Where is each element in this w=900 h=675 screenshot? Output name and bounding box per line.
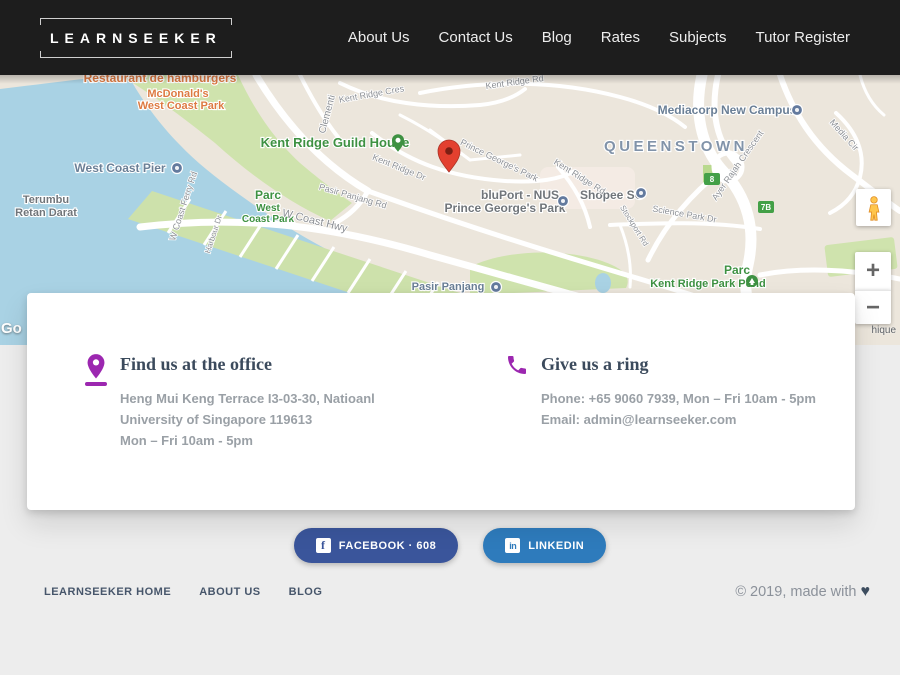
map-label: Prince George's Park <box>445 201 566 215</box>
svg-text:7B: 7B <box>761 203 771 212</box>
nav-rates[interactable]: Rates <box>601 29 640 46</box>
map-label: Terumbu <box>23 194 69 206</box>
office-line: Heng Mui Keng Terrace I3-03-30, Natioanl <box>120 388 375 409</box>
map-pond <box>595 273 611 293</box>
logo-frame-bottom <box>40 51 232 58</box>
map-label: Parc <box>255 188 281 202</box>
location-pin-icon <box>84 353 108 386</box>
social-row: f FACEBOOK · 608 in LINKEDIN <box>0 528 900 563</box>
route-shield[interactable]: 7B <box>758 201 774 213</box>
logo-frame-top <box>40 18 232 25</box>
ring-line: Phone: +65 9060 7939, Mon – Fri 10am - 5… <box>541 388 816 409</box>
linkedin-button[interactable]: in LINKEDIN <box>483 528 606 563</box>
map-label: West <box>256 203 280 214</box>
map-label: McDonald's <box>147 88 208 100</box>
contact-page: LEARNSEEKER About Us Contact Us Blog Rates S… <box>0 0 900 675</box>
linkedin-icon: in <box>505 538 520 553</box>
main-nav: About Us Contact Us Blog Rates Subjects Tutor… <box>348 29 850 46</box>
tree-marker-icon[interactable] <box>746 275 758 287</box>
nav-subjects[interactable]: Subjects <box>669 29 727 46</box>
copyright: © 2019, made with ♥ <box>735 583 870 601</box>
footer-links: LEARNSEEKER HOME ABOUT US BLOG <box>44 586 322 598</box>
footer-link-about-us[interactable]: ABOUT US <box>199 586 260 598</box>
footer-link-blog[interactable]: BLOG <box>289 586 323 598</box>
map-label: Retan Darat <box>15 207 77 219</box>
header: LEARNSEEKER About Us Contact Us Blog Rates S… <box>0 0 900 75</box>
facebook-icon: f <box>316 538 331 553</box>
nav-tutor-register[interactable]: Tutor Register <box>756 29 850 46</box>
zoom-in-button[interactable]: + <box>855 252 891 290</box>
ring-line: Email: admin@learnseeker.com <box>541 409 816 430</box>
ring-lines: Phone: +65 9060 7939, Mon – Fri 10am - 5… <box>541 388 816 430</box>
map-label: Restaurant de hamburgers <box>84 75 237 85</box>
ring-title: Give us a ring <box>541 354 816 375</box>
logo-text: LEARNSEEKER <box>40 30 232 46</box>
map-attribution-fragment[interactable]: hique <box>872 325 896 336</box>
office-lines: Heng Mui Keng Terrace I3-03-30, Natioanl… <box>120 388 375 451</box>
map-label: Kent Ridge Guild House <box>261 135 410 150</box>
office-section: Find us at the office Heng Mui Keng Terr… <box>84 353 505 510</box>
footer-link-learnseeker-home[interactable]: LEARNSEEKER HOME <box>44 586 171 598</box>
phone-icon <box>505 353 529 377</box>
map-label: Parc <box>724 263 750 277</box>
map-label: Pasir Panjang <box>412 281 485 293</box>
svg-text:8: 8 <box>710 175 715 184</box>
pegman-icon <box>863 195 885 221</box>
google-watermark: Go <box>1 320 22 337</box>
office-title: Find us at the office <box>120 354 375 375</box>
zoom-out-button[interactable]: − <box>855 290 891 324</box>
pin-underline <box>85 382 107 386</box>
poi-marker-icon[interactable] <box>558 196 569 207</box>
contact-card: Find us at the office Heng Mui Keng Terr… <box>27 293 855 510</box>
map-label: QUEENSTOWN <box>604 138 748 155</box>
office-line: University of Singapore 119613 <box>120 409 375 430</box>
facebook-button[interactable]: f FACEBOOK · 608 <box>294 528 458 563</box>
poi-marker-icon[interactable] <box>491 282 502 293</box>
logo[interactable]: LEARNSEEKER <box>40 18 232 58</box>
heart-icon: ♥ <box>861 583 871 600</box>
nav-contact-us[interactable]: Contact Us <box>439 29 513 46</box>
map-label: West Coast Park <box>138 100 225 112</box>
map-label: Shopee SG <box>580 188 644 202</box>
route-shield[interactable]: 8 <box>704 173 720 185</box>
nav-blog[interactable]: Blog <box>542 29 572 46</box>
footer: LEARNSEEKER HOME ABOUT US BLOG © 2019, mad… <box>0 581 900 603</box>
facebook-label: FACEBOOK · 608 <box>339 540 436 552</box>
map-label: West Coast Pier <box>74 161 165 175</box>
pegman-control[interactable] <box>856 189 891 226</box>
map-label: Mediacorp New Campus <box>658 103 797 117</box>
phone-section: Give us a ring Phone: +65 9060 7939, Mon… <box>505 353 816 510</box>
poi-marker-icon[interactable] <box>792 105 803 116</box>
office-line: Mon – Fri 10am - 5pm <box>120 430 375 451</box>
poi-marker-icon[interactable] <box>636 188 647 199</box>
poi-marker-icon[interactable] <box>172 163 183 174</box>
copyright-text: © 2019, made with <box>735 584 856 600</box>
nav-about-us[interactable]: About Us <box>348 29 410 46</box>
map-label: bluPort - NUS <box>481 188 559 202</box>
linkedin-label: LINKEDIN <box>528 540 584 552</box>
